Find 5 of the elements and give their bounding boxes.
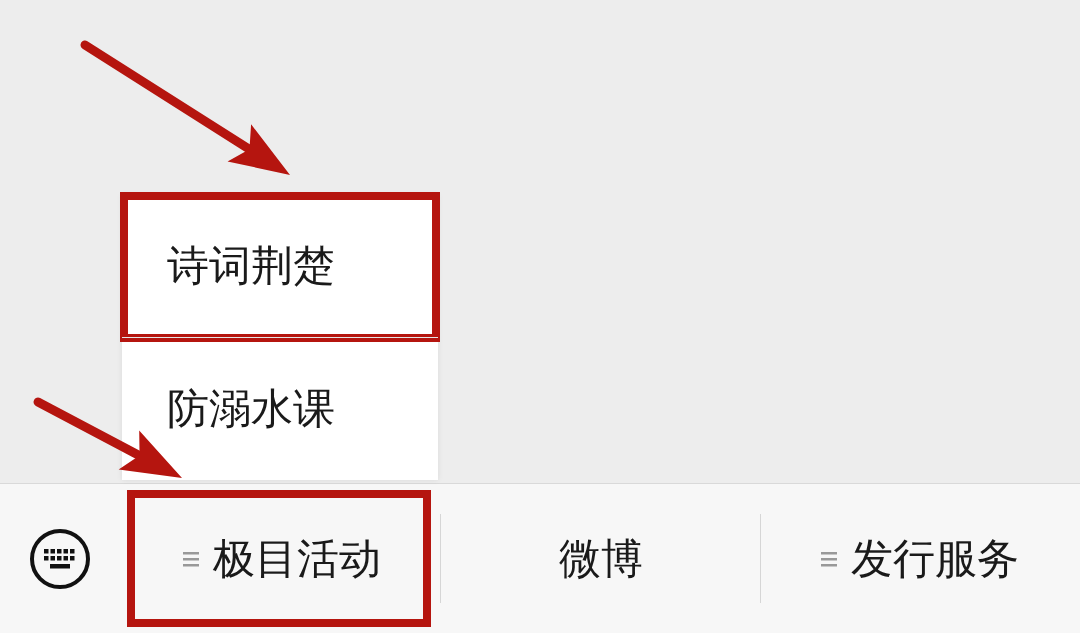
menu-tab[interactable]: 发行服务 bbox=[760, 484, 1080, 633]
menu-item[interactable]: 诗词荆楚 bbox=[122, 195, 438, 337]
menu-tab[interactable]: 微博 bbox=[441, 484, 761, 633]
menu-tab[interactable]: 极目活动 bbox=[122, 484, 442, 633]
keyboard-icon[interactable] bbox=[29, 527, 91, 590]
